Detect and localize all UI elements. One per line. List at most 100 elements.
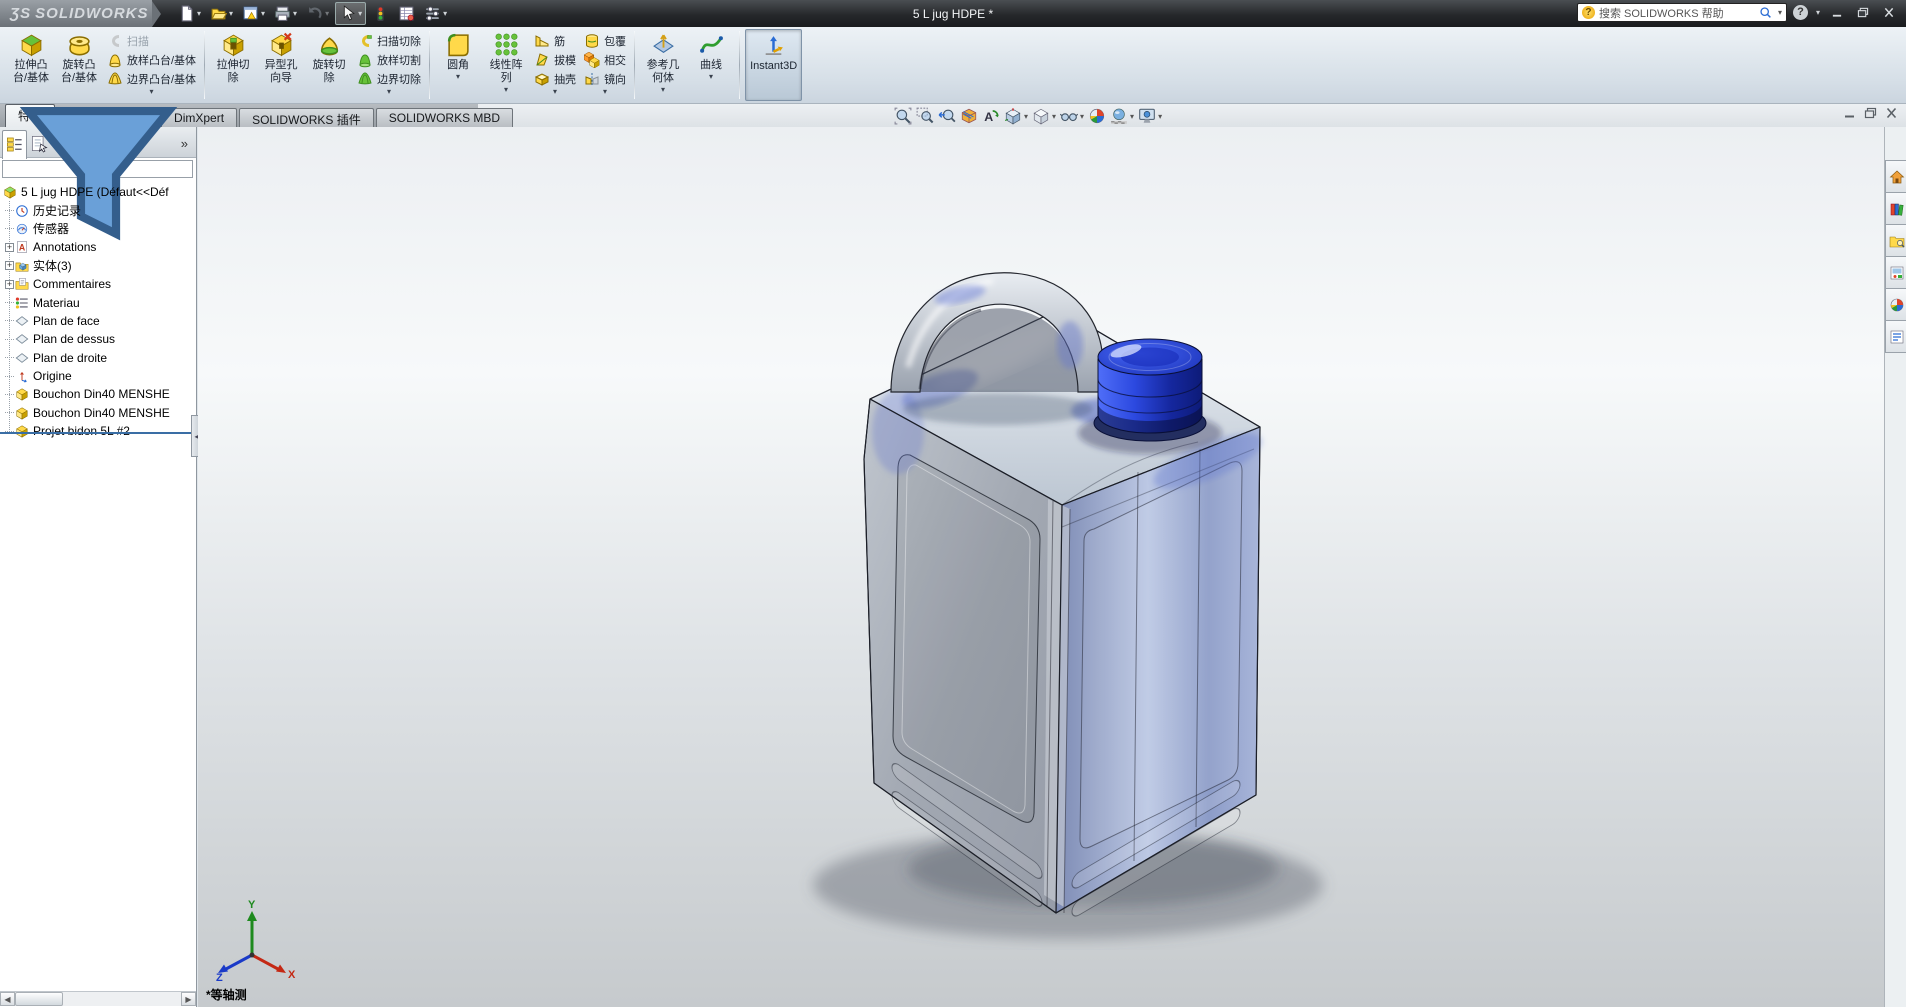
hide-show-items-button[interactable]: ▾ bbox=[1059, 106, 1085, 126]
task-pane-tab-appearances[interactable] bbox=[1885, 288, 1906, 321]
view-settings-dropdown-icon[interactable]: ▾ bbox=[1158, 112, 1162, 121]
ribbon-button-cut-extrude[interactable]: 拉伸切 除 bbox=[210, 29, 256, 101]
tree-item[interactable]: + A Annotations bbox=[0, 238, 196, 256]
help-button[interactable]: ? bbox=[1792, 5, 1808, 20]
help-dropdown-icon[interactable]: ▾ bbox=[1816, 8, 1820, 17]
ribbon-button-boundary-cut[interactable]: 边界切除 bbox=[354, 69, 424, 88]
task-pane-tab-file-explorer[interactable] bbox=[1885, 224, 1906, 257]
print-button[interactable]: ▾ bbox=[271, 3, 300, 24]
ribbon-button-wrap[interactable]: 包覆 bbox=[581, 31, 629, 50]
ribbon-button-intersect[interactable]: 相交 bbox=[581, 50, 629, 69]
jug-3d-model[interactable] bbox=[198, 127, 1884, 1007]
ribbon-button-hole-wizard[interactable]: 异型孔 向导 bbox=[258, 29, 304, 101]
scrollbar-thumb[interactable] bbox=[15, 992, 63, 1006]
section-view-button[interactable] bbox=[959, 106, 979, 126]
new-dropdown-icon[interactable]: ▾ bbox=[197, 9, 201, 18]
ribbon-button-ref-geometry[interactable]: 参考几 何体 ▾ bbox=[640, 29, 686, 101]
select-button[interactable]: ▾ bbox=[335, 2, 367, 25]
zoom-to-fit-button[interactable] bbox=[893, 106, 913, 126]
ribbon-button-linear-pattern[interactable]: 线性阵 列 ▾ bbox=[483, 29, 529, 101]
column-dropdown-icon[interactable]: ▾ bbox=[354, 88, 424, 96]
ribbon-button-loft-cut[interactable]: 放样切割 bbox=[354, 50, 424, 69]
close-button[interactable] bbox=[1878, 5, 1900, 21]
scrollbar-track[interactable] bbox=[63, 992, 181, 1006]
hide-show-items-dropdown-icon[interactable]: ▾ bbox=[1080, 112, 1084, 121]
open-button[interactable]: ▾ bbox=[207, 3, 236, 24]
tree-item[interactable]: Bouchon Din40 MENSHE bbox=[0, 404, 196, 422]
undo-dropdown-icon[interactable]: ▾ bbox=[325, 9, 329, 18]
ribbon-button-loft-boss[interactable]: 放样凸台/基体 bbox=[104, 50, 199, 69]
ribbon-button-sweep[interactable]: 扫描 bbox=[104, 31, 199, 50]
tree-item[interactable]: Plan de dessus bbox=[0, 330, 196, 348]
tree-item[interactable]: Plan de face bbox=[0, 312, 196, 330]
tree-item[interactable]: 历史记录 bbox=[0, 201, 196, 219]
scroll-left-arrow[interactable]: ◀ bbox=[0, 992, 15, 1006]
edit-appearance-button[interactable] bbox=[1087, 106, 1107, 126]
task-pane-tab-custom-properties[interactable] bbox=[1885, 320, 1906, 353]
minimize-button[interactable] bbox=[1826, 5, 1848, 21]
view-orientation-dropdown-icon[interactable]: ▾ bbox=[1024, 112, 1028, 121]
feature-tree-filter-input[interactable] bbox=[2, 106, 193, 240]
tree-item[interactable]: Origine bbox=[0, 367, 196, 385]
make-drawing-button[interactable]: ▾ bbox=[239, 3, 268, 24]
search-icon[interactable] bbox=[1759, 6, 1772, 19]
tree-expander-icon[interactable]: + bbox=[5, 279, 14, 289]
column-dropdown-icon[interactable]: ▾ bbox=[581, 88, 629, 96]
restore-button[interactable] bbox=[1852, 5, 1874, 21]
fillet-dropdown-icon[interactable]: ▾ bbox=[456, 73, 460, 81]
annotation-views-button[interactable]: A bbox=[981, 106, 1001, 126]
undo-button[interactable]: ▾ bbox=[303, 3, 332, 24]
curve-dropdown-icon[interactable]: ▾ bbox=[709, 73, 713, 81]
tree-item-root[interactable]: 5 L jug HDPE (Défaut<<Déf bbox=[0, 183, 196, 201]
ribbon-button-shell[interactable]: 抽壳 bbox=[531, 69, 579, 88]
ribbon-button-mirror[interactable]: 镜向 bbox=[581, 69, 629, 88]
new-button[interactable]: ▾ bbox=[175, 3, 204, 24]
view-settings-button[interactable]: ▾ bbox=[1137, 106, 1163, 126]
search-dropdown-icon[interactable]: ▾ bbox=[1778, 8, 1782, 17]
file-properties-button[interactable] bbox=[395, 3, 418, 24]
ribbon-button-revolve-cut[interactable]: 旋转切 除 bbox=[306, 29, 352, 101]
ref-geometry-dropdown-icon[interactable]: ▾ bbox=[661, 86, 665, 94]
display-style-dropdown-icon[interactable]: ▾ bbox=[1052, 112, 1056, 121]
ribbon-button-curve[interactable]: 曲线 ▾ bbox=[688, 29, 734, 101]
ribbon-button-fillet[interactable]: 圆角 ▾ bbox=[435, 29, 481, 101]
tree-item[interactable]: 传感器 bbox=[0, 220, 196, 238]
tab-SOLIDWORKS MBD[interactable]: SOLIDWORKS MBD bbox=[375, 108, 514, 127]
task-pane-tab-home[interactable] bbox=[1885, 160, 1906, 193]
task-pane-tab-view-palette[interactable] bbox=[1885, 256, 1906, 289]
graphics-viewport[interactable]: Y X Z *等轴测 bbox=[198, 127, 1884, 1007]
open-dropdown-icon[interactable]: ▾ bbox=[229, 9, 233, 18]
apply-scene-dropdown-icon[interactable]: ▾ bbox=[1130, 112, 1134, 121]
view-orientation-button[interactable]: ▾ bbox=[1003, 106, 1029, 126]
column-dropdown-icon[interactable]: ▾ bbox=[531, 88, 579, 96]
panel-horizontal-scrollbar[interactable]: ◀ ▶ bbox=[0, 991, 196, 1006]
document-close-button[interactable] bbox=[1885, 107, 1898, 122]
feature-tree-splitter[interactable] bbox=[0, 432, 196, 434]
options-button[interactable]: ▾ bbox=[421, 3, 450, 24]
task-pane-tab-design-library[interactable] bbox=[1885, 192, 1906, 225]
apply-scene-button[interactable]: ▾ bbox=[1109, 106, 1135, 126]
linear-pattern-dropdown-icon[interactable]: ▾ bbox=[504, 86, 508, 94]
rebuild-button[interactable] bbox=[369, 3, 392, 24]
ribbon-button-instant3d[interactable]: Instant3D bbox=[745, 29, 803, 101]
tree-item[interactable]: Materiau bbox=[0, 293, 196, 311]
tree-item[interactable]: Bouchon Din40 MENSHE bbox=[0, 385, 196, 403]
tree-expander-icon[interactable]: + bbox=[5, 261, 14, 271]
options-dropdown-icon[interactable]: ▾ bbox=[443, 9, 447, 18]
print-dropdown-icon[interactable]: ▾ bbox=[293, 9, 297, 18]
ribbon-button-sweep-cut[interactable]: 扫描切除 bbox=[354, 31, 424, 50]
document-restore-button[interactable] bbox=[1864, 107, 1877, 122]
display-style-button[interactable]: ▾ bbox=[1031, 106, 1057, 126]
tree-item[interactable]: Plan de droite bbox=[0, 349, 196, 367]
ribbon-button-draft[interactable]: 拔模 bbox=[531, 50, 579, 69]
previous-view-button[interactable] bbox=[937, 106, 957, 126]
tree-item[interactable]: + Commentaires bbox=[0, 275, 196, 293]
tab-SOLIDWORKS 插件[interactable]: SOLIDWORKS 插件 bbox=[239, 108, 374, 127]
ribbon-button-rib[interactable]: 筋 bbox=[531, 31, 579, 50]
document-minimize-button[interactable] bbox=[1843, 107, 1856, 122]
scroll-right-arrow[interactable]: ▶ bbox=[181, 992, 196, 1006]
zoom-to-area-button[interactable] bbox=[915, 106, 935, 126]
select-dropdown-icon[interactable]: ▾ bbox=[358, 9, 362, 18]
search-input[interactable]: ? 搜索 SOLIDWORKS 帮助 ▾ bbox=[1576, 3, 1787, 22]
make-drawing-dropdown-icon[interactable]: ▾ bbox=[261, 9, 265, 18]
